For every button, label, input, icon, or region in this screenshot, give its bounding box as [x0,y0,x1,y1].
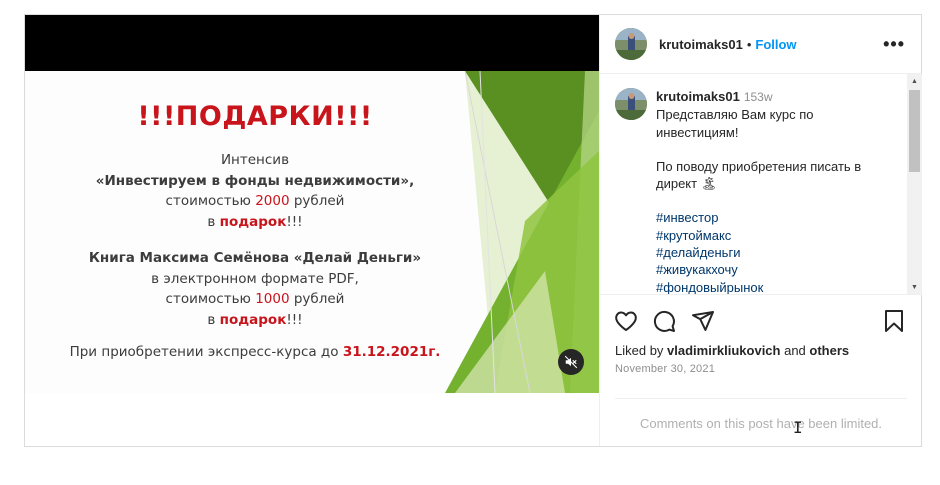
slide-price: 2000 [255,193,290,209]
slide-line: Интенсив [220,152,290,168]
slide-line: в подарок!!! [55,310,455,331]
caption-body: krutoimaks01 153w Представляю Вам курс по… [656,88,890,294]
more-options-icon[interactable]: ••• [883,35,905,53]
avatar[interactable] [615,28,647,60]
slide-footer: При приобретении экспресс-курса до 31.12… [55,342,455,363]
avatar[interactable] [615,88,647,120]
caption-text: Представляю Вам курс по инвестициям! [656,107,814,140]
slide-text-part: !!! [286,311,303,328]
likes-others-link[interactable]: others [809,343,849,358]
slide-line: Книга Максима Семёнова «Делай Деньги» [88,250,422,266]
slide-highlight: подарок [219,213,287,230]
liker-username[interactable]: vladimirkliukovich [667,343,780,358]
caption-time[interactable]: 153w [744,90,773,104]
likes-summary: Liked by vladimirkliukovich and others [615,343,849,358]
slide-title: !!!ПОДАРКИ!!! [137,101,373,132]
likes-middle: and [780,343,810,358]
slide-line: стоимостью 2000 рублей [55,191,455,212]
slide-price: 1000 [255,291,290,307]
hashtag-link[interactable]: #делайденьги [656,244,890,261]
slide-text-part: в [207,213,220,230]
post-media[interactable]: !!!ПОДАРКИ!!! Интенсив «Инвестируем в фо… [25,15,599,393]
comment-icon [653,310,675,332]
speaker-muted-icon [564,355,578,369]
like-button[interactable] [614,309,640,335]
divider [615,398,907,399]
share-icon [692,311,714,331]
hashtag-link[interactable]: #крутоймакс [656,227,890,244]
hashtag-link[interactable]: #инвестор [656,209,890,226]
comments-limited-notice: Comments on this post have been limited. [639,416,883,431]
follow-button[interactable]: Follow [755,37,796,52]
post-header: krutoimaks01 • Follow ••• [600,15,921,74]
heart-icon [615,311,637,331]
save-button[interactable] [882,309,908,335]
hashtag-link[interactable]: #фондовыйрынок [656,279,890,294]
slide-text-part: При приобретении экспресс-курса до [69,344,343,360]
scrollbar[interactable]: ▲ ▼ [907,74,922,294]
avatar-image [615,88,647,120]
hashtag-list: #инвестор #крутоймакс #делайденьги #живу… [656,209,890,294]
caption: krutoimaks01 153w Представляю Вам курс по… [615,88,890,294]
slide-highlight: подарок [219,311,287,328]
action-bar [614,309,908,337]
instagram-post: !!!ПОДАРКИ!!! Интенсив «Инвестируем в фо… [24,14,922,447]
slide-text-part: в [207,311,220,328]
slide-text-part: рублей [289,193,345,209]
comments-area[interactable]: krutoimaks01 153w Представляю Вам курс по… [600,74,922,295]
hashtag-link[interactable]: #живукакхочу [656,261,890,278]
post-date[interactable]: November 30, 2021 [615,363,715,375]
post-sidebar: krutoimaks01 • Follow ••• krutoimaks01 1… [599,15,922,446]
video-slide: !!!ПОДАРКИ!!! Интенсив «Инвестируем в фо… [25,71,599,393]
text-cursor-icon: I [793,418,803,437]
comment-button[interactable] [652,309,678,335]
bookmark-icon [885,310,903,332]
slide-text: !!!ПОДАРКИ!!! Интенсив «Инвестируем в фо… [55,101,455,363]
slide-text-part: рублей [289,291,345,307]
scrollbar-thumb[interactable] [909,90,920,172]
slide-text-part: стоимостью [165,291,256,307]
separator-dot: • [746,36,752,52]
scroll-up-icon[interactable]: ▲ [907,74,922,89]
slide-date: 31.12.2021г. [342,344,441,360]
share-button[interactable] [691,309,717,335]
avatar-image [615,28,647,60]
slide-line: в подарок!!! [55,212,455,233]
likes-prefix: Liked by [615,343,668,358]
slide-text-part: !!! [286,213,303,230]
caption-username[interactable]: krutoimaks01 [656,89,740,104]
mute-button[interactable] [558,349,584,375]
slide-line: «Инвестируем в фонды недвижимости», [95,172,415,189]
username-link[interactable]: krutoimaks01 [659,37,743,52]
slide-text-part: стоимостью [165,193,256,209]
slide-line: стоимостью 1000 рублей [55,289,455,310]
caption-text: По поводу приобретения писать в директ 🏝 [656,158,862,192]
scroll-down-icon[interactable]: ▼ [907,280,922,294]
slide-line: в электронном формате PDF, [151,270,359,287]
